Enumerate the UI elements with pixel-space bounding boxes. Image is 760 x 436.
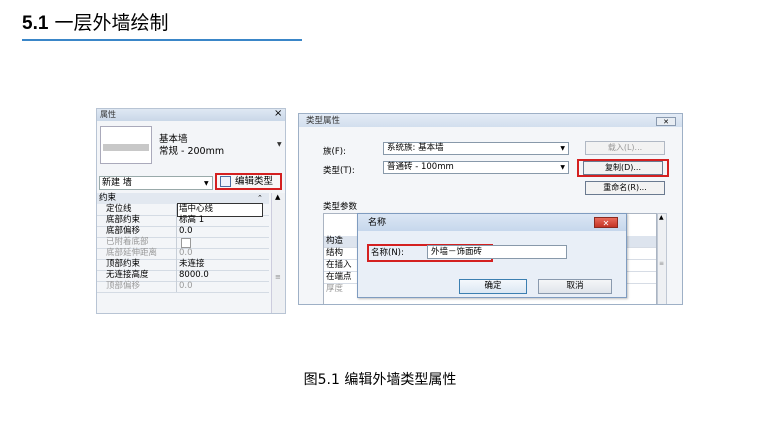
- name-dialog-titlebar: 名称 ✕: [358, 214, 626, 231]
- grid-scrollbar[interactable]: ▲ ≡: [657, 213, 667, 304]
- duplicate-button[interactable]: 复制(D)...: [583, 161, 663, 175]
- figure-caption: 图5.1 编辑外墙类型属性: [303, 372, 457, 388]
- property-value: 标高 1: [179, 215, 205, 225]
- property-value: 0.0: [179, 281, 193, 291]
- instance-selector[interactable]: 新建 墙 ▼: [99, 176, 213, 190]
- instance-selector-label: 新建 墙: [102, 178, 132, 188]
- type-preview-image: [100, 126, 152, 164]
- type-select[interactable]: 普通砖 - 100mm ▼: [383, 161, 569, 174]
- property-value: 未连接: [179, 259, 205, 269]
- rename-button[interactable]: 重命名(R)...: [585, 181, 665, 195]
- type-select-value: 普通砖 - 100mm: [387, 162, 454, 172]
- close-icon[interactable]: ✕: [594, 217, 618, 228]
- property-key: 底部约束: [106, 215, 141, 225]
- section-heading: 5.1 一层外墙绘制: [22, 10, 168, 37]
- family-select[interactable]: 系统族: 基本墙 ▼: [383, 142, 569, 155]
- family-label: 族(F):: [323, 147, 346, 157]
- property-value: 0.0: [179, 226, 193, 236]
- scroll-up-icon[interactable]: ▲: [275, 193, 280, 201]
- properties-titlebar: 属性 ×: [97, 109, 285, 121]
- property-key: 无连接高度: [106, 270, 149, 280]
- name-dialog: 名称 ✕ 名称(N): 外墙－饰面砖 确定 取消: [357, 213, 627, 298]
- scroll-up-icon[interactable]: ▲: [659, 214, 664, 221]
- chevron-down-icon: ▼: [560, 145, 565, 152]
- column-divider: [176, 215, 177, 226]
- name-dialog-title: 名称: [368, 218, 387, 228]
- grid-row-label[interactable]: 在端点: [326, 272, 352, 283]
- property-value: 8000.0: [179, 270, 209, 280]
- type-name[interactable]: 常规 - 200mm: [159, 143, 224, 157]
- property-key: 定位线: [106, 204, 132, 214]
- dialog-titlebar: 类型属性 ✕: [299, 114, 682, 127]
- grid-row-label[interactable]: 厚度: [326, 284, 343, 295]
- cancel-button[interactable]: 取消: [538, 279, 612, 294]
- column-divider: [176, 281, 177, 292]
- property-value: 墙中心线: [179, 204, 214, 214]
- property-key: 顶部偏移: [106, 281, 141, 291]
- property-key: 底部延伸距离: [106, 248, 158, 258]
- column-divider: [176, 237, 177, 248]
- chevron-down-icon: ▼: [204, 180, 209, 187]
- section-number: 5.1: [22, 13, 49, 34]
- property-key: 已附着底部: [106, 237, 149, 247]
- grid-row-label[interactable]: 在插入: [326, 260, 352, 271]
- section-title: 一层外墙绘制: [54, 12, 169, 34]
- column-divider: [176, 270, 177, 281]
- wall-swatch-icon: [103, 144, 149, 151]
- column-divider: [176, 226, 177, 237]
- property-value: 0.0: [179, 248, 193, 258]
- grid-row-label[interactable]: 构造: [326, 236, 343, 247]
- type-dropdown-arrow-icon[interactable]: ▼: [277, 141, 282, 148]
- ok-button[interactable]: 确定: [459, 279, 527, 294]
- edit-type-label: 编辑类型: [235, 176, 274, 187]
- properties-title: 属性: [100, 110, 116, 119]
- column-divider: [176, 259, 177, 270]
- close-icon[interactable]: ×: [274, 109, 282, 120]
- name-label: 名称(N):: [371, 248, 404, 258]
- property-key: 顶部约束: [106, 259, 141, 269]
- family-select-value: 系统族: 基本墙: [387, 143, 444, 153]
- properties-scrollbar[interactable]: ▲ ≡: [271, 193, 285, 313]
- load-button[interactable]: 载入(L)...: [585, 141, 665, 155]
- name-input[interactable]: 外墙－饰面砖: [427, 245, 567, 259]
- attached-bottom-checkbox[interactable]: [181, 238, 191, 248]
- column-divider: [176, 248, 177, 259]
- scroll-grip-icon[interactable]: ≡: [659, 260, 664, 267]
- group-label: 约束: [99, 193, 117, 203]
- close-icon[interactable]: ✕: [656, 117, 676, 126]
- scroll-grip-icon[interactable]: ≡: [275, 273, 281, 281]
- heading-underline: [22, 39, 302, 41]
- duplicate-highlight: 复制(D)...: [577, 159, 669, 177]
- edit-type-button[interactable]: 编辑类型: [215, 173, 282, 190]
- dialog-title: 类型属性: [306, 116, 341, 126]
- properties-panel: 属性 × 基本墙 常规 - 200mm ▼ 新建 墙 ▼ 编辑类型 约束 ⌃ 定…: [96, 108, 286, 314]
- grid-row-label[interactable]: 结构: [326, 248, 343, 259]
- type-parameters-label: 类型参数: [323, 202, 358, 212]
- property-key: 底部偏移: [106, 226, 141, 236]
- type-label: 类型(T):: [323, 166, 355, 176]
- chevron-down-icon: ▼: [560, 164, 565, 171]
- property-row[interactable]: 顶部偏移 0.0: [97, 281, 269, 293]
- edit-type-icon: [220, 176, 231, 187]
